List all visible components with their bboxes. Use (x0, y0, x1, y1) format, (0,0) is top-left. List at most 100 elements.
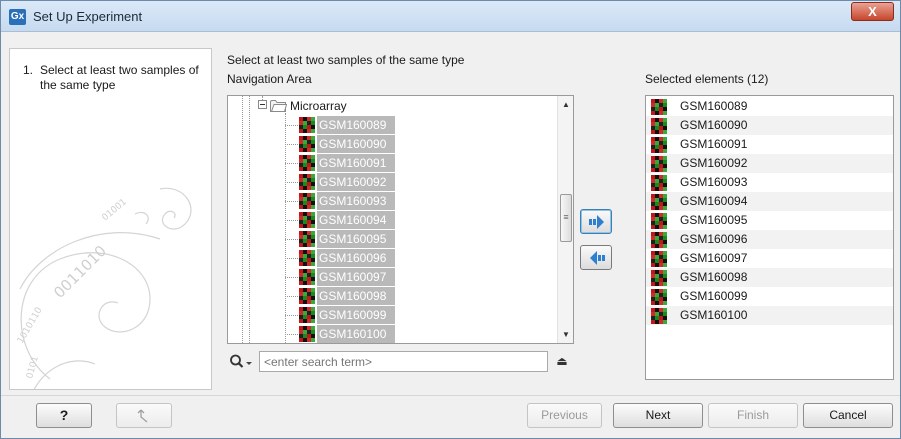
next-button[interactable]: Next (613, 403, 703, 428)
help-button[interactable]: ? (36, 403, 92, 428)
navigation-tree[interactable]: Microarray GSM160089 GSM160090 GSM160091 GS… (227, 95, 574, 344)
tree-connector (285, 125, 298, 126)
divider (1, 395, 900, 396)
search-icon[interactable] (229, 354, 255, 370)
tree-item[interactable]: GSM160097 (298, 268, 458, 286)
arrow-left-icon (590, 251, 605, 265)
tree-guide-line (249, 96, 250, 343)
tree-item-label: GSM160089 (317, 116, 395, 134)
tree-connector (285, 296, 298, 297)
selected-list-item[interactable]: GSM160100 (646, 306, 893, 325)
scroll-down-icon[interactable]: ▼ (558, 326, 573, 343)
selected-item-label: GSM160090 (680, 118, 748, 132)
collapse-toggle[interactable] (258, 100, 267, 109)
tree-item[interactable]: GSM160089 (298, 116, 458, 134)
tree-item[interactable]: GSM160096 (298, 249, 458, 267)
microarray-sample-icon (299, 231, 315, 247)
tree-connector (285, 163, 298, 164)
add-to-selection-button[interactable] (580, 209, 612, 234)
search-input[interactable] (259, 351, 548, 372)
microarray-sample-icon (299, 307, 315, 323)
tree-guide-line (285, 113, 286, 343)
tree-item-label: GSM160094 (317, 211, 395, 229)
selected-item-label: GSM160097 (680, 251, 748, 265)
tree-content: Microarray GSM160089 GSM160090 GSM160091 GS… (228, 96, 557, 343)
microarray-sample-icon (299, 174, 315, 190)
selected-item-label: GSM160093 (680, 175, 748, 189)
window-title: Set Up Experiment (33, 9, 143, 24)
tree-item[interactable]: GSM160098 (298, 287, 458, 305)
selected-elements-label: Selected elements (12) (645, 72, 769, 86)
tree-item-label: GSM160099 (317, 306, 395, 324)
microarray-sample-icon (299, 117, 315, 133)
microarray-sample-icon (651, 156, 667, 172)
microarray-sample-icon (299, 155, 315, 171)
microarray-sample-icon (651, 118, 667, 134)
tree-item[interactable]: GSM160091 (298, 154, 458, 172)
tree-item[interactable]: GSM160092 (298, 173, 458, 191)
tree-connector (285, 220, 298, 221)
step-number: 1. (23, 63, 34, 77)
selected-item-label: GSM160095 (680, 213, 748, 227)
cancel-button[interactable]: Cancel (803, 403, 893, 428)
tree-item-label: GSM160097 (317, 268, 395, 286)
tree-item[interactable]: GSM160094 (298, 211, 458, 229)
svg-text:0011010: 0011010 (50, 242, 110, 302)
microarray-sample-icon (651, 251, 667, 267)
microarray-sample-icon (651, 270, 667, 286)
selected-list-item[interactable]: GSM160097 (646, 249, 893, 268)
tree-connector (285, 239, 298, 240)
selected-item-label: GSM160089 (680, 99, 748, 113)
reset-button[interactable] (116, 403, 172, 428)
selected-list-item[interactable]: GSM160094 (646, 192, 893, 211)
selected-list-item[interactable]: GSM160095 (646, 211, 893, 230)
close-button[interactable]: X (851, 2, 894, 21)
tree-item-label: GSM160092 (317, 173, 395, 191)
title-bar: Gx Set Up Experiment X (1, 1, 900, 32)
svg-text:01001: 01001 (101, 197, 129, 223)
microarray-sample-icon (651, 194, 667, 210)
selected-list-item[interactable]: GSM160099 (646, 287, 893, 306)
selected-list-item[interactable]: GSM160090 (646, 116, 893, 135)
selected-elements-list[interactable]: GSM160089 GSM160090 GSM160091 GSM160092 GSM1… (645, 95, 894, 380)
tree-item[interactable]: GSM160095 (298, 230, 458, 248)
tree-item[interactable]: GSM160090 (298, 135, 458, 153)
tree-scrollbar[interactable]: ▲ ≡ ▼ (557, 96, 573, 343)
tree-item-label: GSM160093 (317, 192, 395, 210)
finish-button[interactable]: Finish (708, 403, 798, 428)
tree-connector (285, 201, 298, 202)
tree-item-label: GSM160091 (317, 154, 395, 172)
tree-item[interactable]: GSM160100 (298, 325, 458, 343)
microarray-sample-icon (299, 250, 315, 266)
microarray-sample-icon (651, 232, 667, 248)
microarray-sample-icon (299, 288, 315, 304)
tree-connector (285, 334, 298, 335)
selected-list-item[interactable]: GSM160091 (646, 135, 893, 154)
microarray-sample-icon (299, 269, 315, 285)
instruction-header: Select at least two samples of the same … (227, 53, 465, 67)
tree-connector (285, 258, 298, 259)
step-label: Select at least two samples of the same … (40, 63, 199, 92)
tree-item[interactable]: GSM160099 (298, 306, 458, 324)
tree-item-label: GSM160095 (317, 230, 395, 248)
scroll-thumb[interactable]: ≡ (560, 194, 572, 242)
scroll-up-icon[interactable]: ▲ (558, 96, 573, 113)
previous-button[interactable]: Previous (527, 403, 602, 428)
microarray-folder-label[interactable]: Microarray (290, 99, 347, 113)
selected-list-item[interactable]: GSM160096 (646, 230, 893, 249)
selected-list-item[interactable]: GSM160089 (646, 97, 893, 116)
search-options-icon[interactable]: ⏏ (554, 353, 570, 369)
tree-item[interactable]: GSM160093 (298, 192, 458, 210)
reset-icon (137, 409, 148, 423)
microarray-sample-icon (651, 308, 667, 324)
selected-list-item[interactable]: GSM160093 (646, 173, 893, 192)
selected-list-item[interactable]: GSM160092 (646, 154, 893, 173)
remove-from-selection-button[interactable] (580, 245, 612, 270)
microarray-sample-icon (651, 213, 667, 229)
selected-item-label: GSM160092 (680, 156, 748, 170)
selected-item-label: GSM160096 (680, 232, 748, 246)
steps-panel: 1. Select at least two samples of the sa… (9, 48, 212, 390)
microarray-sample-icon (651, 99, 667, 115)
microarray-sample-icon (651, 289, 667, 305)
selected-list-item[interactable]: GSM160098 (646, 268, 893, 287)
